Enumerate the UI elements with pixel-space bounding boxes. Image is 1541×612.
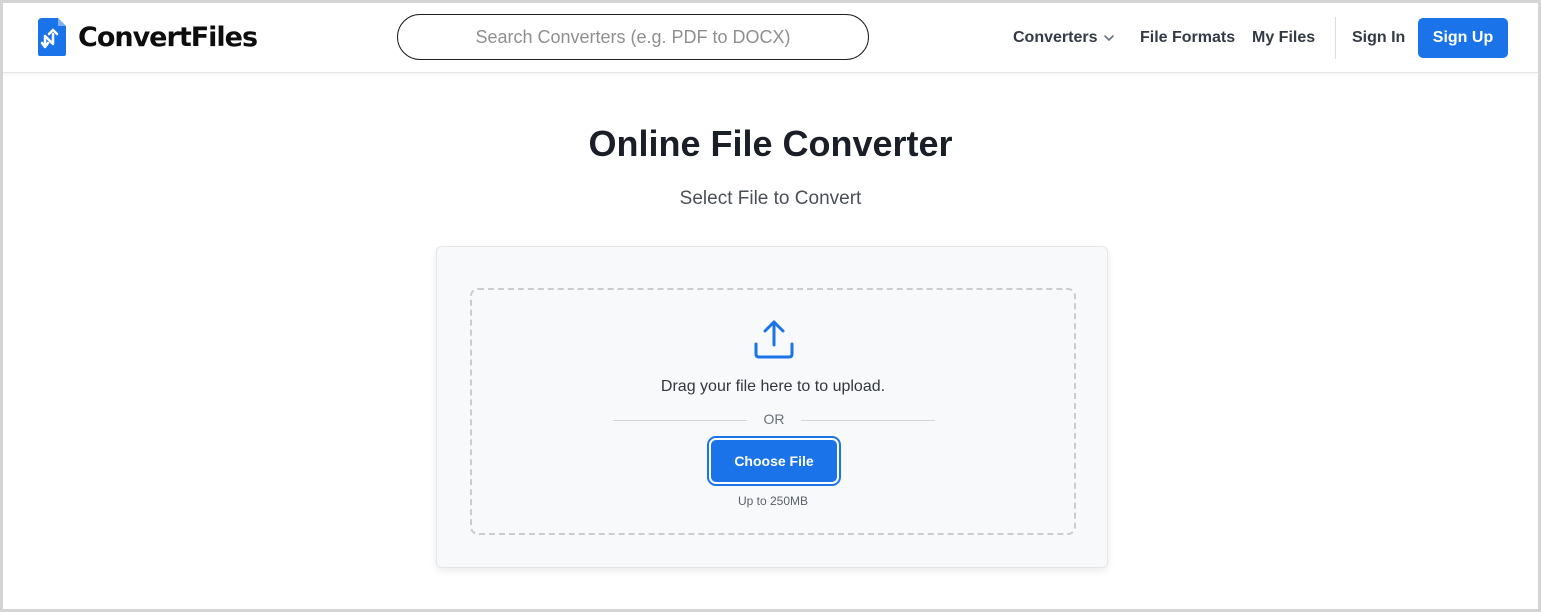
nav-converters-dropdown[interactable]: Converters (1013, 29, 1115, 47)
or-line-right (801, 420, 935, 421)
or-divider: OR (613, 411, 935, 429)
chevron-down-icon (1104, 35, 1115, 41)
file-size-limit: Up to 250MB (737, 494, 809, 508)
nav-file-formats-wrapper: File Formats (1140, 3, 1235, 73)
drag-instruction: Drag your file here to to upload. (660, 378, 886, 395)
nav-sign-in-wrapper: Sign In (1352, 3, 1405, 73)
file-convert-icon (38, 18, 66, 56)
sign-up-button[interactable]: Sign Up (1418, 18, 1508, 58)
nav-my-files-wrapper: My Files (1252, 3, 1315, 73)
or-label: OR (763, 411, 785, 427)
nav-divider (1335, 17, 1336, 59)
sign-in-link[interactable]: Sign In (1352, 29, 1405, 47)
top-navbar: ConvertFiles Converters File Formats My … (3, 3, 1538, 73)
upload-card: Drag your file here to to upload. OR Cho… (436, 246, 1108, 568)
nav-my-files[interactable]: My Files (1252, 29, 1315, 47)
page-subtitle: Select File to Convert (679, 188, 862, 209)
nav-converters-label: Converters (1013, 29, 1098, 46)
upload-icon (754, 320, 794, 359)
file-dropzone[interactable]: Drag your file here to to upload. OR Cho… (470, 288, 1076, 535)
nav-file-formats[interactable]: File Formats (1140, 29, 1235, 47)
page-title: Online File Converter (588, 123, 953, 164)
choose-file-button[interactable]: Choose File (711, 440, 837, 482)
search-input[interactable] (397, 14, 869, 60)
app-window: ConvertFiles Converters File Formats My … (0, 0, 1541, 612)
logo-link[interactable]: ConvertFiles (36, 16, 258, 58)
brand-name: ConvertFiles (78, 21, 258, 53)
nav-converters-wrapper: Converters (1013, 3, 1115, 73)
